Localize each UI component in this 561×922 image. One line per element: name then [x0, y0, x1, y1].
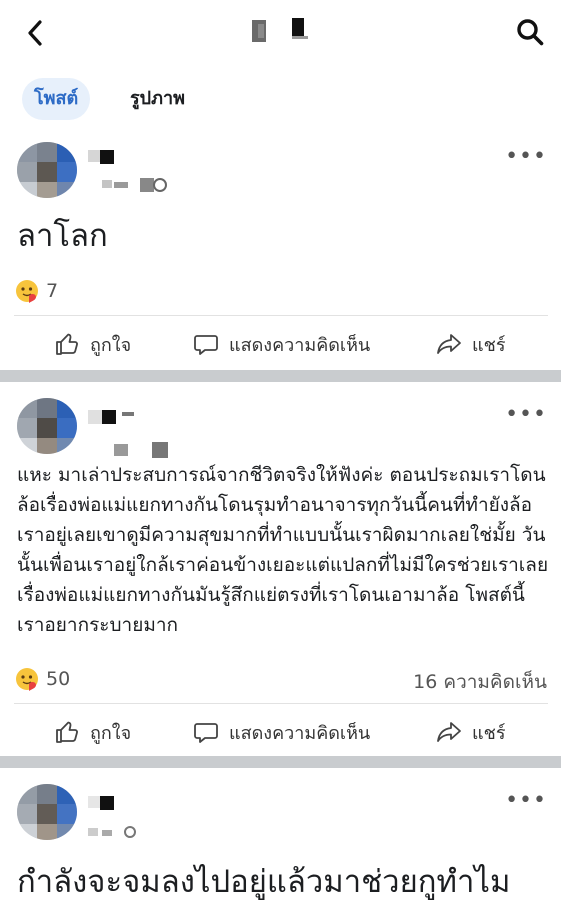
post-separator — [0, 756, 561, 768]
comment-button[interactable]: แสดงความคิดเห็น — [193, 706, 370, 758]
share-button[interactable]: แชร์ — [436, 318, 506, 370]
post-separator — [0, 370, 561, 382]
care-reaction-icon — [16, 280, 38, 303]
post-text: ลาโลก — [17, 218, 108, 254]
more-options-icon[interactable]: ••• — [505, 790, 547, 812]
author-name[interactable] — [88, 150, 178, 202]
comment-bubble-icon — [194, 723, 218, 743]
care-reaction-icon — [16, 668, 38, 691]
more-options-icon[interactable]: ••• — [505, 404, 547, 426]
like-button[interactable]: ถูกใจ — [54, 318, 131, 370]
search-icon[interactable] — [513, 15, 547, 49]
tab-posts[interactable]: โพสต์ — [22, 78, 91, 120]
post-text: กำลังจะจมลงไปอยู่แล้วมาช่วยกูทำไม — [17, 864, 511, 900]
thumbs-up-icon — [56, 333, 78, 355]
post-card: ••• ลาโลก 7 ถูกใจ แสดงความคิดเห็น แชร์ — [0, 132, 561, 370]
author-name[interactable] — [88, 794, 168, 844]
reaction-count: 7 — [46, 280, 59, 302]
divider — [14, 703, 548, 704]
top-bar — [0, 0, 561, 67]
post-actions: ถูกใจ แสดงความคิดเห็น แชร์ — [0, 318, 561, 370]
author-name[interactable] — [88, 408, 188, 464]
post-text: แหะ มาเล่าประสบการณ์จากชีวิตจริงให้ฟังค่… — [17, 464, 549, 636]
share-arrow-icon — [437, 722, 461, 742]
tab-photos[interactable]: รูปภาพ — [118, 78, 197, 120]
back-chevron-icon[interactable] — [20, 16, 50, 50]
comment-count[interactable]: 16 ความคิดเห็น — [413, 667, 547, 697]
comment-button[interactable]: แสดงความคิดเห็น — [193, 318, 370, 370]
profile-tabs: โพสต์ รูปภาพ — [0, 66, 561, 132]
thumbs-up-icon — [56, 721, 78, 743]
reaction-summary[interactable]: 7 — [14, 276, 58, 306]
avatar[interactable] — [17, 398, 77, 454]
like-button[interactable]: ถูกใจ — [54, 706, 131, 758]
avatar[interactable] — [17, 784, 77, 840]
divider — [14, 315, 548, 316]
reaction-count: 50 — [46, 668, 71, 690]
more-options-icon[interactable]: ••• — [505, 146, 547, 168]
avatar[interactable] — [17, 142, 77, 198]
reaction-summary[interactable]: 50 — [14, 664, 70, 694]
post-card: ••• กำลังจะจมลงไปอยู่แล้วมาช่วยกูทำไม — [0, 768, 561, 922]
comment-bubble-icon — [194, 335, 218, 355]
page-title — [252, 18, 322, 44]
post-actions: ถูกใจ แสดงความคิดเห็น แชร์ — [0, 706, 561, 758]
post-card: ••• แหะ มาเล่าประสบการณ์จากชีวิตจริงให้ฟ… — [0, 382, 561, 756]
share-arrow-icon — [437, 334, 461, 354]
share-button[interactable]: แชร์ — [436, 706, 506, 758]
